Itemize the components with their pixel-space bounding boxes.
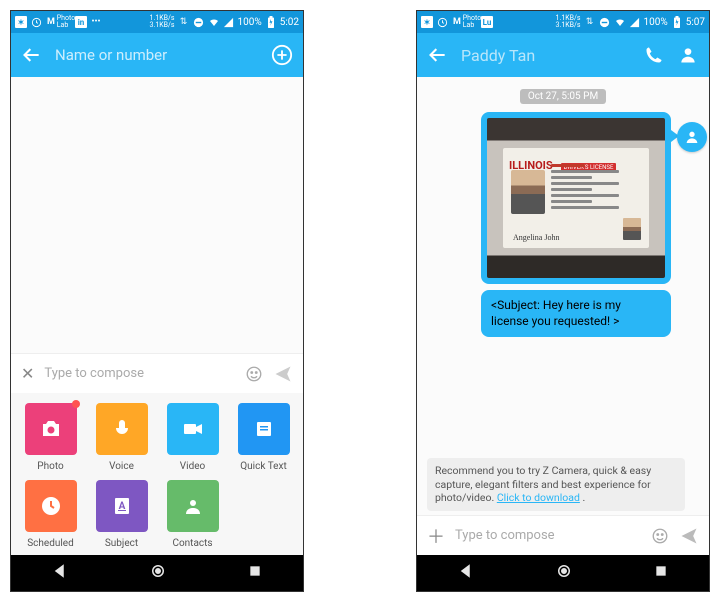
signal-icon [223, 16, 235, 28]
clock-icon [30, 16, 42, 28]
attach-voice[interactable]: Voice [88, 403, 155, 472]
attach-label: Subject [105, 538, 138, 549]
android-nav-bar [11, 555, 303, 591]
more-icon: ••• [90, 16, 102, 28]
clock-icon [39, 494, 63, 518]
attach-label: Voice [109, 461, 134, 472]
promo-link[interactable]: Click to download [497, 491, 580, 504]
status-bar: ✶ M PhotoLab in ••• 1.1KB/s 3.1KB/s ⇅ 10… [11, 11, 303, 33]
back-icon[interactable] [21, 44, 43, 66]
phone-compose-screen: ✶ M PhotoLab in ••• 1.1KB/s 3.1KB/s ⇅ 10… [10, 10, 304, 592]
video-icon [181, 417, 205, 441]
wifi-icon [208, 16, 220, 28]
back-icon[interactable] [427, 44, 449, 66]
dnd-icon [599, 16, 611, 28]
profile-icon[interactable] [677, 44, 699, 66]
promo-message: Recommend you to try Z Camera, quick & e… [427, 458, 685, 511]
subject-icon: A [110, 494, 134, 518]
mic-icon [110, 417, 134, 441]
app-icon: ✶ [421, 16, 433, 28]
m-icon: M [45, 16, 57, 28]
attach-video[interactable]: Video [159, 403, 226, 472]
nav-recent-icon[interactable] [247, 563, 263, 583]
battery-pct: 100% [238, 17, 262, 28]
contact-icon [181, 494, 205, 518]
android-nav-bar [417, 555, 709, 591]
emoji-icon[interactable] [245, 365, 263, 383]
id-photo-small [623, 218, 641, 240]
recipient-input[interactable]: Name or number [55, 46, 259, 64]
avatar[interactable] [677, 122, 707, 152]
attach-label: Quick Text [240, 461, 286, 472]
quicktext-icon [252, 417, 276, 441]
contact-name[interactable]: Paddy Tan [461, 46, 631, 65]
attach-photo[interactable]: Photo [17, 403, 84, 472]
updown-icon: ⇅ [584, 16, 596, 28]
send-icon[interactable] [273, 364, 293, 384]
clock-icon [436, 16, 448, 28]
outgoing-image-message: ILLINOIS DRIVER'S LICENSE A [421, 112, 705, 284]
linkedin-icon: in [75, 16, 87, 28]
phone-chat-screen: ✶ M PhotoLab Lu 1.1KB/s 3.1KB/s ⇅ 100% 5… [416, 10, 710, 592]
nav-back-icon[interactable] [457, 562, 475, 584]
attach-label: Scheduled [27, 538, 74, 549]
message-image-bubble[interactable]: ILLINOIS DRIVER'S LICENSE A [481, 112, 671, 284]
nav-back-icon[interactable] [51, 562, 69, 584]
message-list-empty [11, 77, 303, 353]
status-bar: ✶ M PhotoLab Lu 1.1KB/s 3.1KB/s ⇅ 100% 5… [417, 11, 709, 33]
attach-subject[interactable]: A Subject [88, 480, 155, 549]
attach-label: Video [180, 461, 205, 472]
battery-icon [671, 16, 683, 28]
m-icon: M [451, 16, 463, 28]
add-contact-icon[interactable] [271, 44, 293, 66]
photo-lab-icon: PhotoLab [60, 16, 72, 28]
call-icon[interactable] [643, 44, 665, 66]
attach-contacts[interactable]: Contacts [159, 480, 226, 549]
compose-input[interactable]: Type to compose [44, 366, 235, 381]
attach-label: Contacts [172, 538, 212, 549]
updown-icon: ⇅ [178, 16, 190, 28]
clock-time: 5:02 [280, 17, 299, 28]
nav-recent-icon[interactable] [653, 563, 669, 583]
nav-home-icon[interactable] [149, 562, 167, 584]
id-card-image: ILLINOIS DRIVER'S LICENSE A [487, 118, 665, 278]
lu-icon: Lu [481, 16, 493, 28]
close-icon[interactable]: ✕ [21, 364, 34, 383]
timestamp-pill: Oct 27, 5:05 PM [520, 89, 606, 104]
wifi-icon [614, 16, 626, 28]
app-bar: Paddy Tan [417, 33, 709, 77]
clock-time: 5:07 [686, 17, 705, 28]
attach-quicktext[interactable]: Quick Text [230, 403, 297, 472]
battery-pct: 100% [644, 17, 668, 28]
battery-icon [265, 16, 277, 28]
app-bar: Name or number [11, 33, 303, 77]
chat-content: Oct 27, 5:05 PM ILLINOIS DRIVER'S LICENS… [417, 77, 709, 515]
id-signature: Angelina John [513, 233, 559, 242]
dnd-icon [193, 16, 205, 28]
compose-bar: ✕ Type to compose [11, 353, 303, 393]
app-icon: ✶ [15, 16, 27, 28]
emoji-icon[interactable] [651, 527, 669, 545]
net-speed: 1.1KB/s 3.1KB/s [150, 15, 175, 29]
signal-icon [629, 16, 641, 28]
net-speed: 1.1KB/s 3.1KB/s [556, 15, 581, 29]
id-photo [511, 170, 545, 214]
send-icon[interactable] [679, 526, 699, 546]
attachment-grid: Photo Voice Video Quick Text Scheduled A… [11, 393, 303, 555]
camera-icon [39, 417, 63, 441]
compose-bar: ＋ Type to compose [417, 515, 709, 555]
compose-input[interactable]: Type to compose [455, 528, 641, 543]
photo-lab-icon: PhotoLab [466, 16, 478, 28]
attach-scheduled[interactable]: Scheduled [17, 480, 84, 549]
attach-icon[interactable]: ＋ [427, 523, 445, 549]
outgoing-text-message[interactable]: <Subject: Hey here is my license you req… [481, 290, 671, 337]
nav-home-icon[interactable] [555, 562, 573, 584]
attach-label: Photo [37, 461, 63, 472]
